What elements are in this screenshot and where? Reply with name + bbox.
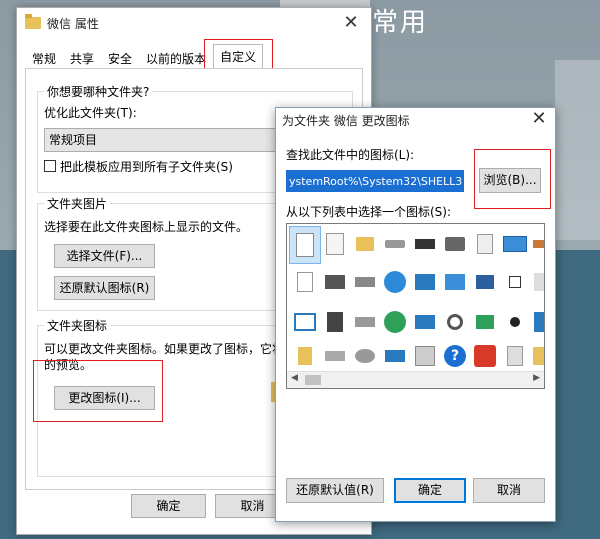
properties-title: 微信 属性 xyxy=(47,16,99,31)
change-icon-title: 为文件夹 微信 更改图标 xyxy=(282,113,410,128)
properties-titlebar: 微信 属性 ✕ xyxy=(17,8,371,38)
recycle-icon[interactable] xyxy=(527,268,544,296)
shortcut-arrow-icon[interactable] xyxy=(501,268,529,296)
icon-file-path-input[interactable]: ystemRoot%\System32\SHELL32.dll xyxy=(286,170,464,192)
icon-list[interactable]: ? ◀ ▶ xyxy=(286,223,545,389)
disconnected-drive-icon[interactable] xyxy=(351,308,379,336)
power-icon[interactable] xyxy=(501,308,529,336)
scroll-thumb[interactable] xyxy=(305,375,321,385)
panel-icon[interactable] xyxy=(527,308,544,336)
run-icon[interactable] xyxy=(471,308,499,336)
clock-document-icon[interactable] xyxy=(471,230,499,258)
folder-picture-title: 文件夹图片 xyxy=(44,195,111,212)
folder-picture-desc: 选择要在此文件夹图标上显示的文件。 xyxy=(44,220,249,234)
control-panel-icon[interactable] xyxy=(441,268,469,296)
monitor-icon[interactable] xyxy=(501,230,529,258)
background-panel-right xyxy=(555,60,600,240)
restore-default-button[interactable]: 还原默认值(R) xyxy=(286,478,384,503)
scroll-left-icon[interactable]: ◀ xyxy=(291,373,298,383)
drive-icon[interactable] xyxy=(381,230,409,258)
apply-subfolders-checkbox[interactable] xyxy=(44,160,56,172)
tab-sharing[interactable]: 共享 xyxy=(63,46,101,68)
key-folder-icon[interactable] xyxy=(527,342,544,370)
shutdown-icon[interactable] xyxy=(471,342,499,370)
folder-icon-title: 文件夹图标 xyxy=(44,317,111,334)
computer-icon[interactable] xyxy=(321,268,349,296)
folder-icon xyxy=(25,14,41,29)
desktop-icon[interactable] xyxy=(381,342,409,370)
display-icon[interactable] xyxy=(471,268,499,296)
globe-icon[interactable] xyxy=(381,268,409,296)
network-globe-icon[interactable] xyxy=(381,308,409,336)
background-heading: 常用 xyxy=(372,8,429,38)
highlight-browse xyxy=(474,149,551,209)
network-icon[interactable] xyxy=(411,268,439,296)
help-icon[interactable]: ? xyxy=(441,342,469,370)
icon-list-scrollbar[interactable]: ◀ ▶ xyxy=(287,371,544,388)
server-icon[interactable] xyxy=(321,308,349,336)
find-icons-label: 查找此文件中的图标(L): xyxy=(286,148,415,162)
printer-icon[interactable] xyxy=(441,230,469,258)
highlight-change-icon xyxy=(33,360,163,422)
folder-small-icon[interactable] xyxy=(291,342,319,370)
choose-file-button[interactable]: 选择文件(F)... xyxy=(54,244,155,268)
chip-icon[interactable] xyxy=(411,230,439,258)
blank-document-icon[interactable] xyxy=(289,226,321,264)
network-drive-icon[interactable] xyxy=(351,268,379,296)
window-icon[interactable] xyxy=(291,308,319,336)
properties-ok-button[interactable]: 确定 xyxy=(131,494,206,518)
magnifier-icon[interactable] xyxy=(441,308,469,336)
tab-previous-versions[interactable]: 以前的版本 xyxy=(139,46,213,68)
restore-default-icon-button[interactable]: 还原默认图标(R) xyxy=(54,276,155,300)
change-icon-cancel-button[interactable]: 取消 xyxy=(473,478,545,503)
folder-icon[interactable] xyxy=(351,230,379,258)
scroll-right-icon[interactable]: ▶ xyxy=(533,373,540,383)
close-icon[interactable]: ✕ xyxy=(527,108,551,129)
document-icon[interactable] xyxy=(321,230,349,258)
grid-icon[interactable] xyxy=(411,342,439,370)
tab-security[interactable]: 安全 xyxy=(101,46,139,68)
select-icon-label: 从以下列表中选择一个图标(S): xyxy=(286,205,452,219)
optimize-label: 优化此文件夹(T): xyxy=(44,106,137,120)
change-icon-dialog: 为文件夹 微信 更改图标 ✕ 查找此文件中的图标(L): ystemRoot%\… xyxy=(275,107,556,522)
tab-general[interactable]: 常规 xyxy=(25,46,63,68)
text-document-icon[interactable] xyxy=(291,268,319,296)
close-icon[interactable]: ✕ xyxy=(339,12,363,33)
apply-subfolders-label: 把此模板应用到所有子文件夹(S) xyxy=(60,160,233,174)
cd-drive-icon[interactable] xyxy=(351,342,379,370)
change-icon-titlebar: 为文件夹 微信 更改图标 ✕ xyxy=(276,108,555,132)
folder-type-title: 你想要哪种文件夹? xyxy=(44,83,153,100)
share-hand-icon[interactable] xyxy=(527,230,544,258)
change-icon-ok-button[interactable]: 确定 xyxy=(394,478,466,503)
removable-drive-icon[interactable] xyxy=(321,342,349,370)
network-map-icon[interactable] xyxy=(411,308,439,336)
recycle-bin-icon[interactable] xyxy=(501,342,529,370)
